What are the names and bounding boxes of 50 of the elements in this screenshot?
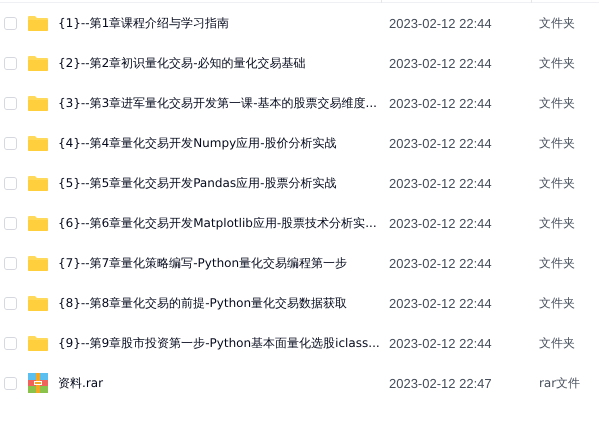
checkbox[interactable] — [4, 336, 17, 350]
file-name[interactable]: {1}--第1章课程介绍与学习指南 — [58, 14, 388, 32]
folder-icon — [28, 255, 48, 271]
checkbox[interactable] — [4, 96, 17, 110]
file-name[interactable]: {4}--第4章量化交易开发Numpy应用-股价分析实战 — [58, 134, 388, 152]
modified-date: 2023-02-12 22:44 — [389, 216, 493, 230]
file-name[interactable]: {3}--第3章进军量化交易开发第一课-基本的股票交易维度... — [58, 94, 388, 112]
modified-date: 2023-02-12 22:44 — [389, 136, 493, 150]
checkbox[interactable] — [4, 296, 17, 310]
modified-date: 2023-02-12 22:44 — [389, 296, 493, 310]
file-type: 文件夹 — [539, 254, 575, 272]
file-name[interactable]: {2}--第2章初识量化交易-必知的量化交易基础 — [58, 54, 388, 72]
modified-date: 2023-02-12 22:44 — [389, 56, 493, 70]
file-type: 文件夹 — [539, 334, 575, 352]
modified-date: 2023-02-12 22:44 — [389, 96, 493, 110]
file-type: 文件夹 — [539, 94, 575, 112]
modified-date: 2023-02-12 22:44 — [389, 256, 493, 270]
checkbox[interactable] — [4, 376, 17, 390]
folder-icon — [28, 295, 48, 311]
file-name[interactable]: {6}--第6章量化交易开发Matplotlib应用-股票技术分析实... — [58, 214, 388, 232]
checkbox[interactable] — [4, 136, 17, 150]
file-type: 文件夹 — [539, 134, 575, 152]
archive-icon — [28, 373, 48, 393]
folder-icon — [28, 55, 48, 71]
file-name[interactable]: 资料.rar — [58, 374, 388, 392]
checkbox[interactable] — [4, 16, 17, 30]
modified-date: 2023-02-12 22:44 — [389, 336, 493, 350]
folder-icon — [28, 95, 48, 111]
checkbox[interactable] — [4, 56, 17, 70]
file-type: 文件夹 — [539, 294, 575, 312]
folder-icon — [28, 15, 48, 31]
file-type: 文件夹 — [539, 14, 575, 32]
file-name[interactable]: {7}--第7章量化策略编写-Python量化交易编程第一步 — [58, 254, 388, 272]
file-name[interactable]: {8}--第8章量化交易的前提-Python量化交易数据获取 — [58, 294, 388, 312]
file-name[interactable]: {9}--第9章股市投资第一步-Python基本面量化选股iclass... — [58, 334, 388, 352]
folder-icon — [28, 135, 48, 151]
file-type: rar文件 — [539, 374, 580, 392]
folder-icon — [28, 215, 48, 231]
folder-icon — [28, 175, 48, 191]
modified-date: 2023-02-12 22:44 — [389, 176, 493, 190]
file-type: 文件夹 — [539, 214, 575, 232]
modified-date: 2023-02-12 22:47 — [389, 376, 493, 390]
modified-date: 2023-02-12 22:44 — [389, 16, 493, 30]
file-type: 文件夹 — [539, 174, 575, 192]
file-name[interactable]: {5}--第5章量化交易开发Pandas应用-股票分析实战 — [58, 174, 388, 192]
checkbox[interactable] — [4, 256, 17, 270]
checkbox[interactable] — [4, 216, 17, 230]
folder-icon — [28, 335, 48, 351]
checkbox[interactable] — [4, 176, 17, 190]
file-type: 文件夹 — [539, 54, 575, 72]
